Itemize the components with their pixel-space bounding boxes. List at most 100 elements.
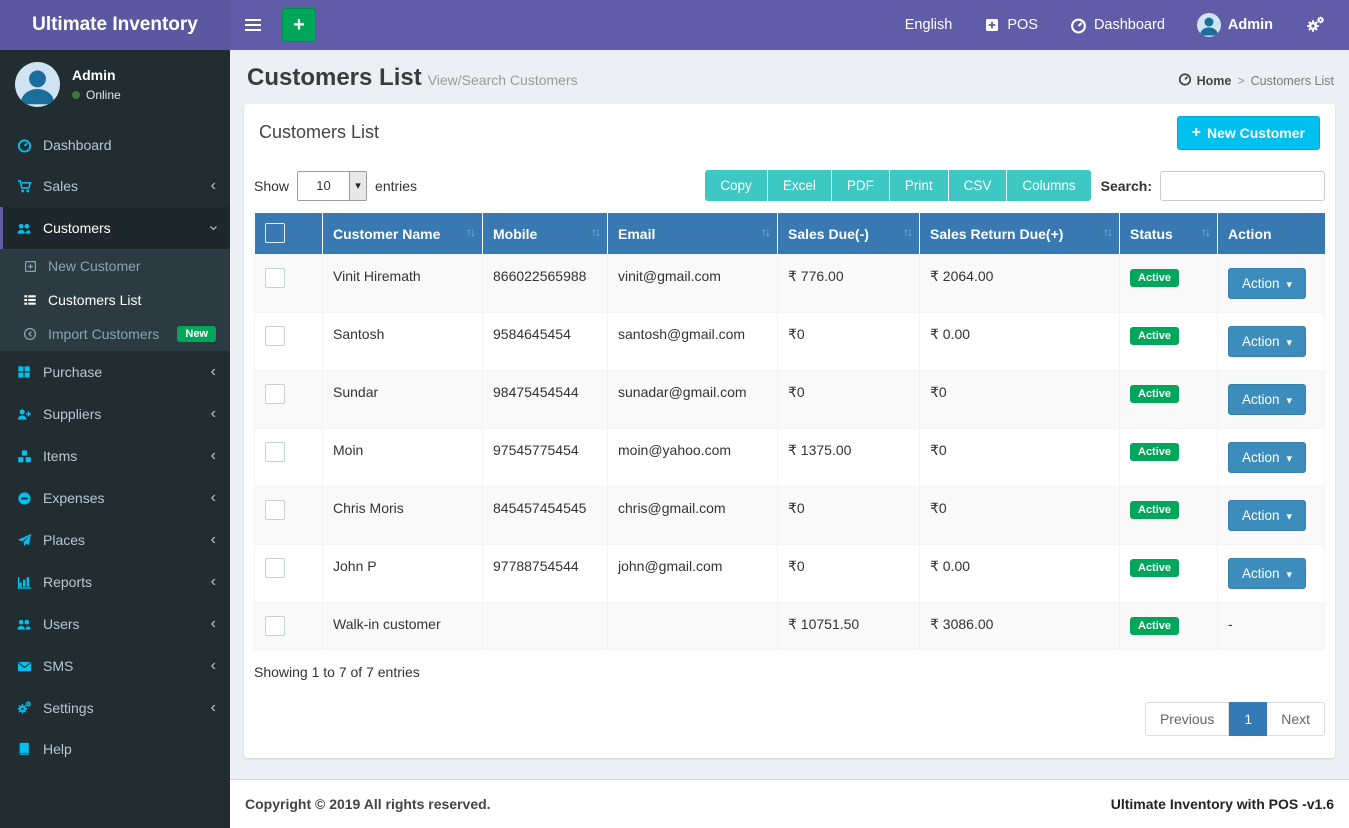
action-dropdown-button[interactable]: Action xyxy=(1228,326,1307,357)
page-length-select[interactable]: 10 xyxy=(297,170,368,201)
sidebar-item-sms[interactable]: SMS xyxy=(0,645,230,687)
pdf-button[interactable]: PDF xyxy=(831,170,890,201)
grid-icon xyxy=(15,365,33,379)
sidebar-item-help[interactable]: Help xyxy=(0,729,230,769)
new-customer-button[interactable]: + New Customer xyxy=(1176,116,1320,150)
sidebar-item-purchase[interactable]: Purchase xyxy=(0,351,230,393)
user-menu[interactable]: Admin xyxy=(1181,0,1289,50)
action-dropdown-button[interactable]: Action xyxy=(1228,268,1307,299)
sidebar-item-sales[interactable]: Sales xyxy=(0,165,230,207)
customer-mobile: 97788754544 xyxy=(482,544,608,603)
pos-link[interactable]: POS xyxy=(968,0,1054,50)
row-checkbox[interactable] xyxy=(265,558,285,578)
select-all-checkbox[interactable] xyxy=(264,223,285,243)
breadcrumb-current: Customers List xyxy=(1250,73,1334,88)
row-checkbox[interactable] xyxy=(265,268,285,288)
select-all-header xyxy=(254,213,323,255)
caret-down-icon xyxy=(1287,450,1293,465)
sidebar-item-import-customers[interactable]: Import Customers New xyxy=(0,317,230,351)
sales-due: ₹0 xyxy=(777,370,920,429)
select-caret-icon xyxy=(349,171,367,200)
sidebar-item-reports[interactable]: Reports xyxy=(0,561,230,603)
book-icon xyxy=(15,742,33,756)
bar-chart-icon xyxy=(15,575,33,590)
column-header-sales-return-due[interactable]: Sales Return Due(+) xyxy=(919,213,1120,255)
customer-email: chris@gmail.com xyxy=(607,486,778,545)
customer-email: vinit@gmail.com xyxy=(607,254,778,313)
sidebar-item-items[interactable]: Items xyxy=(0,435,230,477)
columns-button[interactable]: Columns xyxy=(1007,170,1091,201)
user-panel: Admin Online xyxy=(0,50,230,121)
column-header-customer-name[interactable]: Customer Name xyxy=(322,213,483,255)
sidebar-item-dashboard[interactable]: Dashboard xyxy=(0,125,230,165)
new-badge: New xyxy=(177,326,216,342)
settings-gear-icon[interactable] xyxy=(1289,0,1341,50)
customer-email: sunadar@gmail.com xyxy=(607,370,778,429)
pagination-previous-button[interactable]: Previous xyxy=(1144,702,1230,736)
customer-name: Vinit Hiremath xyxy=(322,254,483,313)
breadcrumb-home[interactable]: Home xyxy=(1178,72,1231,89)
action-dropdown-button[interactable]: Action xyxy=(1228,384,1307,415)
search-input[interactable] xyxy=(1160,170,1325,201)
sidebar-item-suppliers[interactable]: Suppliers xyxy=(0,393,230,435)
row-checkbox[interactable] xyxy=(265,326,285,346)
row-checkbox[interactable] xyxy=(265,442,285,462)
column-header-email[interactable]: Email xyxy=(607,213,778,255)
customers-table: Customer Name Mobile Email Sales Due(-) … xyxy=(254,213,1325,650)
envelope-icon xyxy=(15,659,33,674)
row-checkbox[interactable] xyxy=(265,500,285,520)
pagination-page-1-button[interactable]: 1 xyxy=(1229,702,1268,736)
status-badge: Active xyxy=(1130,617,1180,635)
sidebar-item-users[interactable]: Users xyxy=(0,603,230,645)
sales-due: ₹ 10751.50 xyxy=(777,602,920,650)
status-badge: Active xyxy=(1130,443,1180,461)
version-text: Ultimate Inventory with POS -v1.6 xyxy=(1110,796,1334,812)
sales-due: ₹0 xyxy=(777,312,920,371)
user-plus-icon xyxy=(15,407,33,422)
excel-button[interactable]: Excel xyxy=(767,170,832,201)
sidebar-item-customers-list[interactable]: Customers List xyxy=(0,283,230,317)
sidebar-item-expenses[interactable]: Expenses xyxy=(0,477,230,519)
dashboard-icon xyxy=(1178,72,1192,89)
sidebar-menu: Dashboard Sales Customers New Customer xyxy=(0,125,230,769)
list-icon xyxy=(22,293,38,307)
csv-button[interactable]: CSV xyxy=(948,170,1008,201)
chevron-left-icon xyxy=(211,657,216,675)
plus-square-icon xyxy=(22,260,38,273)
copy-button[interactable]: Copy xyxy=(705,170,768,201)
sidebar-item-places[interactable]: Places xyxy=(0,519,230,561)
row-checkbox[interactable] xyxy=(265,384,285,404)
quick-add-button[interactable]: + xyxy=(282,8,316,42)
column-header-status[interactable]: Status xyxy=(1119,213,1218,255)
arrow-circle-left-icon xyxy=(22,327,38,341)
pagination-next-button[interactable]: Next xyxy=(1267,702,1325,736)
print-button[interactable]: Print xyxy=(889,170,949,201)
column-header-sales-due[interactable]: Sales Due(-) xyxy=(777,213,920,255)
pagination: Previous 1 Next xyxy=(254,702,1325,736)
customer-name: Moin xyxy=(322,428,483,487)
customer-mobile xyxy=(482,602,608,650)
sales-return-due: ₹0 xyxy=(919,486,1120,545)
sidebar: Admin Online Dashboard Sales Customers xyxy=(0,50,230,828)
customer-mobile: 97545775454 xyxy=(482,428,608,487)
sidebar-item-settings[interactable]: Settings xyxy=(0,687,230,729)
action-dropdown-button[interactable]: Action xyxy=(1228,500,1307,531)
row-checkbox[interactable] xyxy=(265,616,285,636)
sidebar-toggle-button[interactable] xyxy=(230,0,276,50)
action-dropdown-button[interactable]: Action xyxy=(1228,442,1307,473)
sidebar-item-customers[interactable]: Customers xyxy=(0,207,230,249)
action-dropdown-button[interactable]: Action xyxy=(1228,558,1307,589)
sidebar-item-new-customer[interactable]: New Customer xyxy=(0,249,230,283)
sort-icon xyxy=(466,225,474,239)
status-badge: Active xyxy=(1130,501,1180,519)
column-header-mobile[interactable]: Mobile xyxy=(482,213,608,255)
page-title: Customers List View/Search Customers xyxy=(247,64,578,91)
customer-mobile: 866022565988 xyxy=(482,254,608,313)
language-menu[interactable]: English xyxy=(889,0,969,50)
sales-due: ₹ 776.00 xyxy=(777,254,920,313)
app-logo[interactable]: Ultimate Inventory xyxy=(0,0,230,50)
dashboard-icon xyxy=(15,138,33,153)
dashboard-link[interactable]: Dashboard xyxy=(1054,0,1181,50)
page-length-control: Show 10 entries xyxy=(254,170,417,201)
table-row: Walk-in customer ₹ 10751.50 ₹ 3086.00 Ac… xyxy=(254,602,1325,650)
